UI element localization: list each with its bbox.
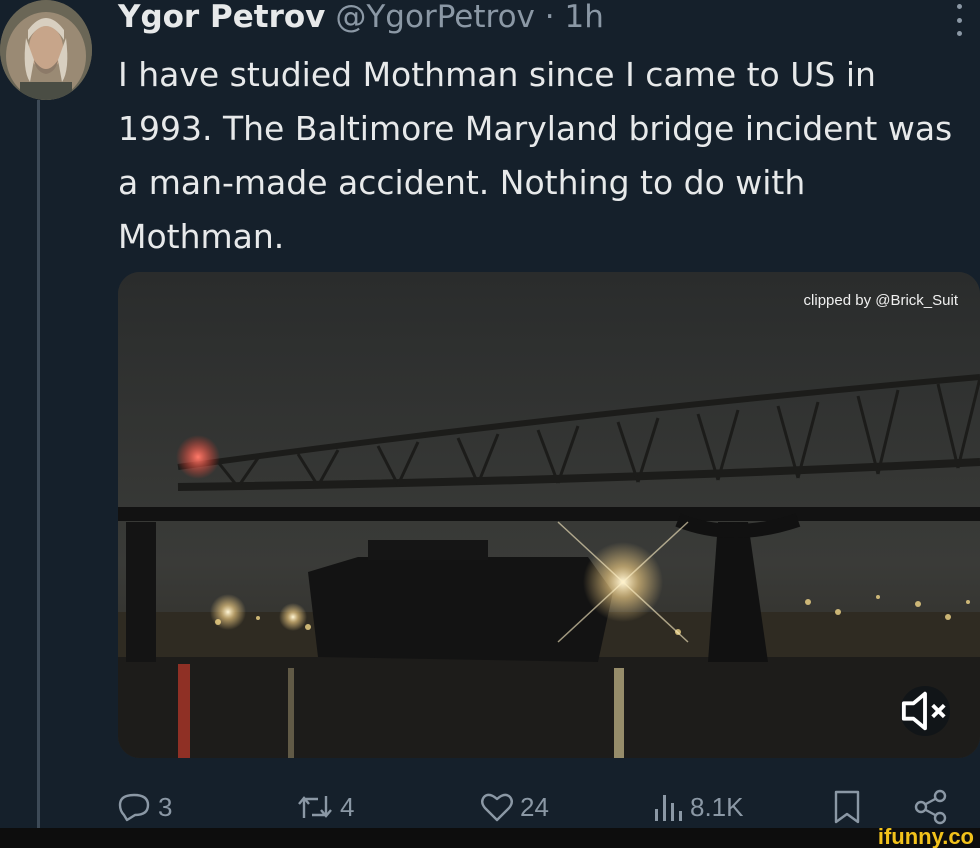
tweet-header: Ygor Petrov @YgorPetrov · 1h [118,0,604,40]
repost-button[interactable]: 4 [296,786,354,828]
user-avatar[interactable] [0,0,92,100]
post-timestamp[interactable]: 1h [564,0,603,35]
views-chart-icon [655,795,682,821]
views-count: 8.1K [690,791,744,822]
share-button[interactable] [914,786,948,828]
thread-connector-line [37,100,40,828]
video-frame-bridge-collapse [118,272,980,758]
bookmark-icon [834,790,860,824]
share-icon [914,789,947,825]
bookmark-button[interactable] [832,786,862,828]
views-button[interactable]: 8.1K [652,786,744,828]
ifunny-watermark: ifunny.co [877,824,974,848]
author-handle-and-time: @YgorPetrov · 1h [335,0,603,34]
separator-dot: · [544,0,555,35]
author-display-name[interactable]: Ygor Petrov [118,0,325,34]
like-count: 24 [520,791,549,822]
video-credit-overlay: clipped by @Brick_Suit [803,292,958,309]
reply-count: 3 [158,791,173,822]
video-player[interactable]: clipped by @Brick_Suit [118,272,980,758]
author-handle[interactable]: @YgorPetrov [335,0,535,35]
unmute-button[interactable] [900,686,950,736]
tweet-action-bar: 3 4 24 8.1K [118,786,980,828]
reply-icon [118,793,150,822]
reply-button[interactable]: 3 [118,786,172,828]
watermark-bar [0,828,980,848]
more-vertical-icon[interactable] [952,4,966,36]
tweet-body-text: I have studied Mothman since I came to U… [118,55,953,256]
repost-count: 4 [340,791,355,822]
like-button[interactable]: 24 [480,786,549,828]
muted-speaker-icon [901,691,946,731]
heart-icon [481,793,513,822]
repost-icon [298,796,332,818]
